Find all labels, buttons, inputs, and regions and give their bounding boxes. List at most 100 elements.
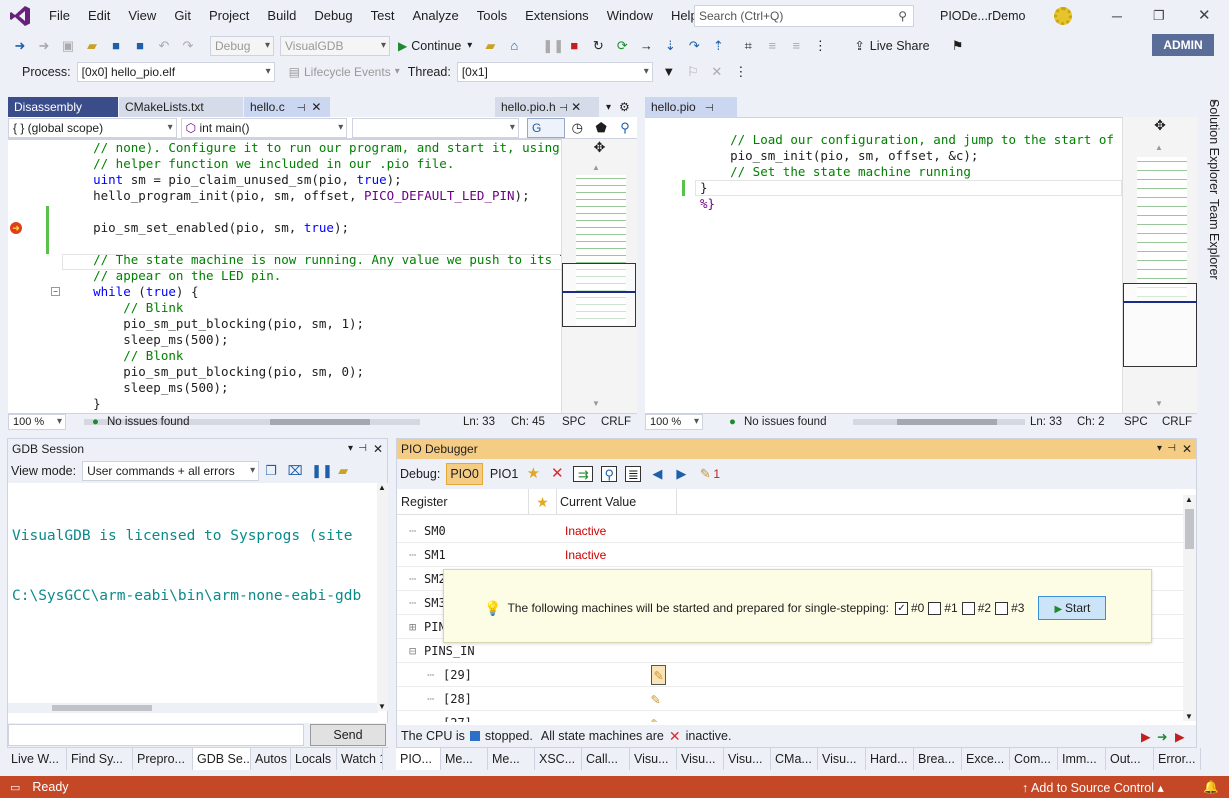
menu-view[interactable]: View	[119, 0, 165, 32]
menu-window[interactable]: Window	[598, 0, 662, 32]
menu-test[interactable]: Test	[362, 0, 404, 32]
pio-code-editor[interactable]: // Load our configuration, and jump to t…	[645, 117, 1122, 413]
pin-icon[interactable]: ⊣	[297, 103, 306, 114]
solution-name[interactable]: PIODe...rDemo	[940, 0, 1025, 32]
save-icon[interactable]: ■	[108, 38, 124, 54]
pin-icon[interactable]: ⊣	[358, 439, 367, 459]
bottom-tab[interactable]: PIO...	[396, 748, 441, 770]
menu-tools[interactable]: Tools	[468, 0, 516, 32]
line-number[interactable]: Ln: 33	[463, 416, 495, 428]
next-icon[interactable]: ▶	[673, 466, 689, 482]
add-to-source-control[interactable]: ↑ Add to Source Control ▴	[1022, 780, 1164, 795]
timer-icon[interactable]: ◷	[569, 120, 585, 136]
edit-pencil-icon[interactable]: ✎	[651, 687, 660, 711]
minimize-button[interactable]: ─	[1112, 0, 1122, 32]
edit-pencil-icon[interactable]: ✎	[651, 711, 660, 722]
bottom-tab[interactable]: Error...	[1154, 748, 1201, 770]
collapse-icon[interactable]: −	[51, 287, 60, 296]
maximize-button[interactable]: ❐	[1153, 0, 1165, 32]
member-select[interactable]	[352, 117, 519, 138]
bottom-tab[interactable]: Visu...	[818, 748, 866, 770]
bottom-tab[interactable]: GDB Se...	[193, 748, 251, 770]
register-row[interactable]: ┄ SM1 Inactive	[397, 543, 1183, 567]
pio0-button[interactable]: PIO0	[446, 463, 483, 485]
continue-button[interactable]: ▶ Continue ▾	[398, 39, 472, 53]
edit-pencil-icon[interactable]: ✎	[697, 466, 713, 482]
indent-mode[interactable]: SPC	[1124, 416, 1148, 428]
menu-debug[interactable]: Debug	[305, 0, 361, 32]
live-share-button[interactable]: ⇪ Live Share	[854, 38, 929, 54]
zoom-icon[interactable]: ⚲	[601, 466, 618, 482]
scroll-up-icon[interactable]: ▲	[592, 163, 600, 172]
solution-config-select[interactable]: Debug	[210, 35, 274, 56]
process-select[interactable]: [0x0] hello_pio.elf	[76, 61, 275, 82]
lifecycle-events-button[interactable]: ▤ Lifecycle Events ▾	[289, 65, 400, 79]
column-header-register[interactable]: Register	[397, 488, 529, 515]
machine-checkbox[interactable]: ✓ #0	[894, 601, 924, 615]
more-icon[interactable]: ⋮	[733, 64, 749, 80]
close-tab-icon[interactable]: ✕	[571, 100, 581, 114]
back-icon[interactable]: ➜	[12, 38, 28, 54]
attach-icon[interactable]: ▰	[482, 38, 498, 54]
code-editor[interactable]: ➜ − // none). Configure it to run our pr…	[8, 139, 561, 413]
expander-icon[interactable]: ⊞	[409, 615, 416, 639]
filter-icon[interactable]: ▼	[661, 64, 677, 80]
format-icon[interactable]: ≣	[625, 466, 642, 482]
device-icon[interactable]: ⌂	[506, 38, 522, 54]
new-project-icon[interactable]: ▣	[60, 38, 76, 54]
redo-icon[interactable]: ↷	[180, 38, 196, 54]
stop-icon[interactable]: ■	[566, 38, 582, 54]
bottom-tab[interactable]: Hard...	[866, 748, 914, 770]
tag-icon[interactable]: ⬟	[593, 120, 609, 136]
gdb-command-input[interactable]	[8, 724, 304, 746]
search-input[interactable]: Search (Ctrl+Q) ⚲	[694, 5, 914, 27]
user-badge[interactable]: ADMIN	[1152, 34, 1214, 56]
register-row[interactable]: ┄ [27] ✎	[397, 711, 1183, 722]
pin-icon[interactable]: ⊣	[559, 103, 568, 114]
bottom-tab[interactable]: Find Sy...	[67, 748, 133, 770]
close-tab-icon[interactable]: ✕	[311, 100, 321, 114]
tab-hello-c[interactable]: hello.c ⊣ ✕	[244, 97, 330, 117]
register-row[interactable]: ┄ SM0 Inactive	[397, 519, 1183, 543]
column-header-value[interactable]: Current Value	[557, 488, 677, 515]
forward-icon[interactable]: ➜	[36, 38, 52, 54]
uncomment-icon[interactable]: ≡	[788, 38, 804, 54]
pause-icon[interactable]: ❚❚	[542, 38, 564, 54]
pio1-button[interactable]: PIO1	[487, 463, 522, 485]
platform-select[interactable]: VisualGDB	[280, 35, 390, 56]
zoom-select[interactable]: 100 %	[645, 413, 703, 430]
view-mode-select[interactable]: User commands + all errors	[82, 461, 260, 481]
issues-text[interactable]: No issues found	[744, 416, 826, 428]
line-endings[interactable]: CRLF	[1162, 416, 1192, 428]
run-to-icon[interactable]: ▶	[1141, 729, 1151, 744]
delete-icon[interactable]: ✕	[549, 466, 565, 482]
clear-icon[interactable]: ⌧	[287, 463, 303, 479]
tab-hello-pio-h[interactable]: hello.pio.h ⊣ ✕	[495, 97, 599, 117]
unflag-icon[interactable]: ✕	[709, 64, 725, 80]
bottom-tab[interactable]: Prepro...	[133, 748, 193, 770]
bottom-tab[interactable]: XSC...	[535, 748, 582, 770]
scope-select[interactable]: { } (global scope)	[8, 117, 177, 138]
bottom-tab[interactable]: Call...	[582, 748, 630, 770]
column-number[interactable]: Ch: 2	[1077, 416, 1105, 428]
close-window-button[interactable]: ✕	[1198, 0, 1211, 32]
machine-checkbox[interactable]: #3	[995, 601, 1024, 615]
bottom-tab[interactable]: Autos	[251, 748, 291, 770]
bottom-tab[interactable]: Watch 1	[337, 748, 383, 770]
go-button[interactable]: G Go	[526, 117, 566, 153]
settings-gear-icon[interactable]	[1054, 7, 1072, 25]
overflow-icon[interactable]: ⋮	[812, 38, 828, 54]
menu-extensions[interactable]: Extensions	[516, 0, 598, 32]
bottom-tab[interactable]: Me...	[488, 748, 535, 770]
edit-pencil-icon[interactable]: ✎	[651, 665, 667, 685]
show-next-statement-icon[interactable]: →	[638, 38, 654, 54]
bottom-tab[interactable]: CMa...	[771, 748, 818, 770]
thread-select[interactable]: [0x1]	[456, 61, 653, 82]
bottom-tab[interactable]: Visu...	[724, 748, 771, 770]
bottom-tab[interactable]: Imm...	[1058, 748, 1106, 770]
start-button[interactable]: ▶ Start	[1038, 596, 1107, 620]
send-button[interactable]: Send	[310, 724, 386, 746]
run-red-icon[interactable]: ▶	[1175, 729, 1185, 744]
undo-icon[interactable]: ↶	[156, 38, 172, 54]
tab-cmakelists[interactable]: CMakeLists.txt	[119, 97, 243, 117]
